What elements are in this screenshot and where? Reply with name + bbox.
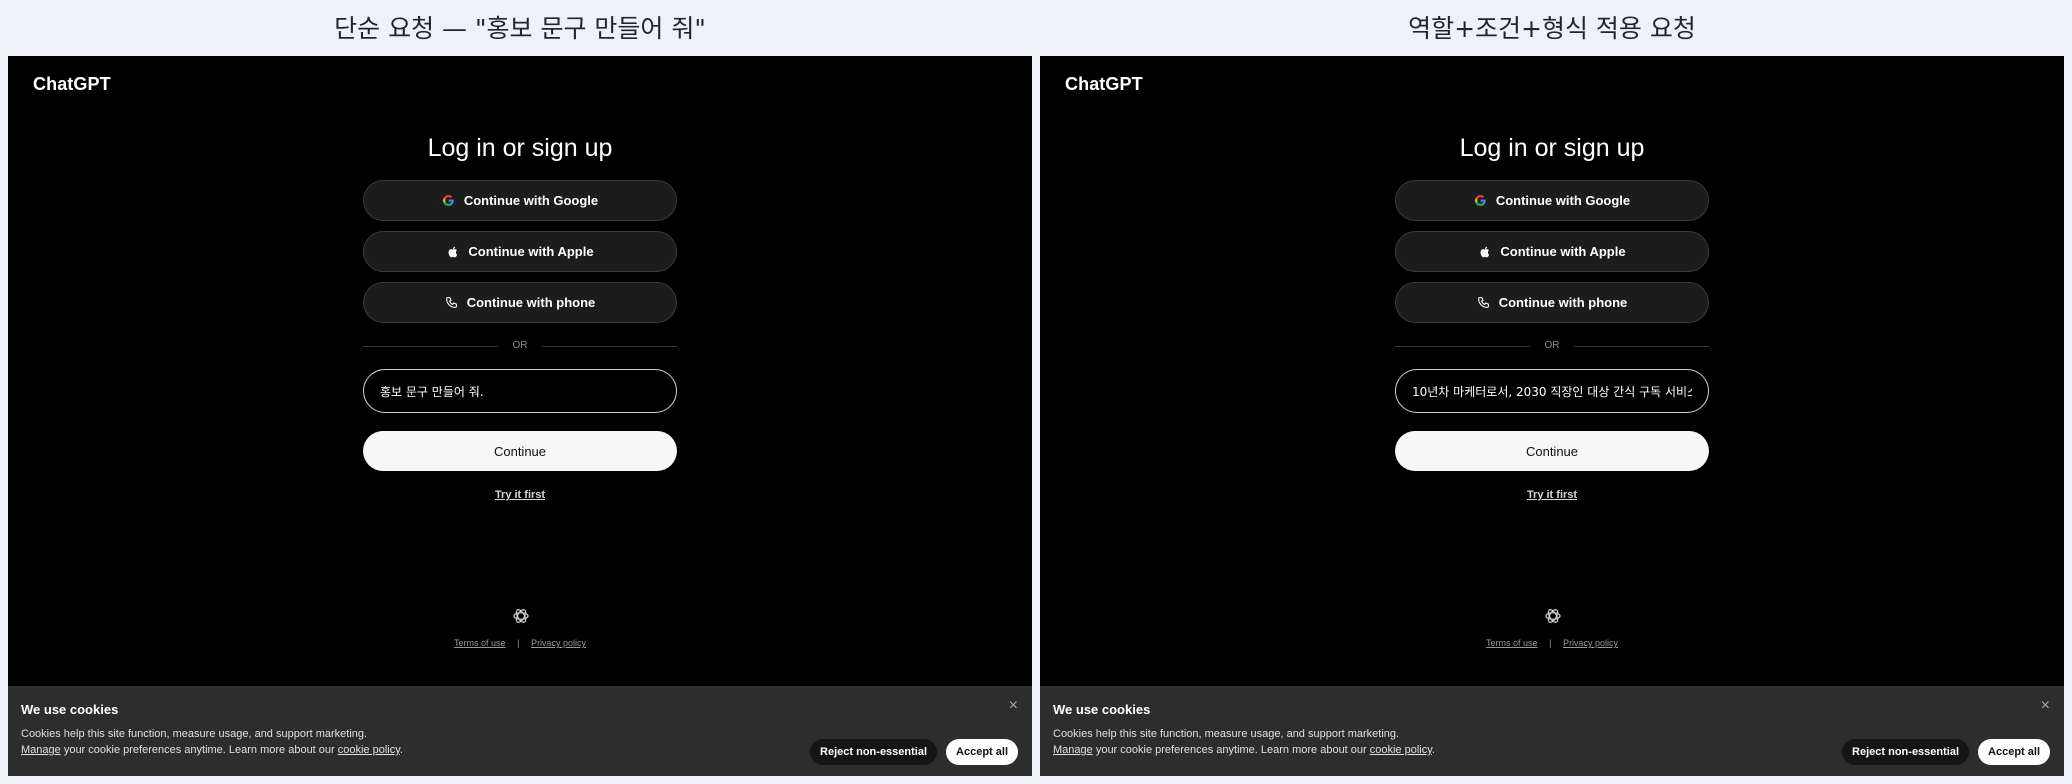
google-button-label: Continue with Google bbox=[463, 193, 599, 208]
cookie-text-line-1: Cookies help this site function, measure… bbox=[1053, 728, 1400, 740]
brand-logo-text[interactable]: ChatGPT bbox=[1065, 74, 1143, 95]
cookie-text-end: . bbox=[1431, 744, 1435, 756]
cookie-actions: Reject non-essential Accept all bbox=[1842, 739, 2050, 765]
continue-with-apple-button[interactable]: Continue with Apple bbox=[363, 231, 677, 272]
phone-button-label: Continue with phone bbox=[466, 295, 596, 310]
column-caption-left: 단순 요청 — "홍보 문구 만들어 줘" bbox=[334, 14, 706, 43]
manage-cookies-link[interactable]: Manage bbox=[21, 744, 61, 756]
manage-cookies-link[interactable]: Manage bbox=[1053, 744, 1093, 756]
terms-of-use-link[interactable]: Terms of use bbox=[1486, 638, 1538, 648]
cookie-text-line-2: Manage your cookie preferences anytime. … bbox=[21, 742, 403, 758]
cookie-banner: We use cookies × Cookies help this site … bbox=[1040, 686, 2064, 776]
google-button-label: Continue with Google bbox=[1495, 193, 1631, 208]
or-divider: OR bbox=[363, 337, 677, 355]
accept-all-button[interactable]: Accept all bbox=[946, 739, 1018, 765]
continue-with-google-button[interactable]: Continue with Google bbox=[363, 180, 677, 221]
cookie-text-middle: your cookie preferences anytime. Learn m… bbox=[1092, 744, 1370, 756]
continue-button[interactable]: Continue bbox=[363, 431, 677, 471]
cookie-banner-text: Cookies help this site function, measure… bbox=[1053, 726, 1435, 758]
close-icon[interactable]: × bbox=[2041, 698, 2050, 714]
try-it-first-link[interactable]: Try it first bbox=[363, 489, 677, 501]
or-divider: OR bbox=[1395, 337, 1709, 355]
phone-button-label: Continue with phone bbox=[1498, 295, 1628, 310]
email-input[interactable] bbox=[1395, 369, 1709, 413]
cookie-banner: We use cookies × Cookies help this site … bbox=[8, 686, 1032, 776]
openai-logo-icon bbox=[1545, 609, 1561, 623]
continue-with-phone-button[interactable]: Continue with phone bbox=[1395, 282, 1709, 323]
page-title: Log in or sign up bbox=[427, 134, 613, 162]
apple-button-label: Continue with Apple bbox=[1500, 244, 1626, 259]
cookie-text-middle: your cookie preferences anytime. Learn m… bbox=[60, 744, 338, 756]
continue-with-phone-button[interactable]: Continue with phone bbox=[363, 282, 677, 323]
apple-icon bbox=[1478, 245, 1492, 259]
cookie-policy-link[interactable]: cookie policy bbox=[1370, 744, 1432, 756]
cookie-banner-title: We use cookies bbox=[1053, 702, 1151, 717]
footer-separator: | bbox=[517, 638, 520, 648]
privacy-policy-link[interactable]: Privacy policy bbox=[1563, 638, 1618, 648]
google-icon bbox=[1474, 194, 1488, 208]
reject-non-essential-button[interactable]: Reject non-essential bbox=[1842, 739, 1970, 765]
openai-logo-icon bbox=[513, 609, 529, 623]
divider-line bbox=[542, 346, 677, 347]
divider-line bbox=[1574, 346, 1709, 347]
terms-of-use-link[interactable]: Terms of use bbox=[454, 638, 506, 648]
accept-all-button[interactable]: Accept all bbox=[1978, 739, 2050, 765]
auth-form: Log in or sign up Continue with Google C… bbox=[1395, 130, 1709, 501]
cookie-text-line-1: Cookies help this site function, measure… bbox=[21, 728, 368, 740]
login-screen-right: ChatGPT Log in or sign up Continue with … bbox=[1040, 56, 2064, 776]
cookie-actions: Reject non-essential Accept all bbox=[810, 739, 1018, 765]
cookie-text-line-2: Manage your cookie preferences anytime. … bbox=[1053, 742, 1435, 758]
email-input[interactable] bbox=[363, 369, 677, 413]
cookie-text-end: . bbox=[399, 744, 403, 756]
page-title: Log in or sign up bbox=[1459, 134, 1645, 162]
cookie-banner-title: We use cookies bbox=[21, 702, 119, 717]
reject-non-essential-button[interactable]: Reject non-essential bbox=[810, 739, 938, 765]
cookie-banner-text: Cookies help this site function, measure… bbox=[21, 726, 403, 758]
continue-with-apple-button[interactable]: Continue with Apple bbox=[1395, 231, 1709, 272]
brand-logo-text[interactable]: ChatGPT bbox=[33, 74, 111, 95]
apple-icon bbox=[446, 245, 460, 259]
auth-form: Log in or sign up Continue with Google C… bbox=[363, 130, 677, 501]
continue-button[interactable]: Continue bbox=[1395, 431, 1709, 471]
footer-separator: | bbox=[1549, 638, 1552, 648]
privacy-policy-link[interactable]: Privacy policy bbox=[531, 638, 586, 648]
footer-links: Terms of use | Privacy policy bbox=[1340, 638, 1764, 648]
continue-with-google-button[interactable]: Continue with Google bbox=[1395, 180, 1709, 221]
apple-button-label: Continue with Apple bbox=[468, 244, 594, 259]
column-caption-right: 역할+조건+형식 적용 요청 bbox=[1408, 14, 1696, 43]
phone-icon bbox=[1477, 296, 1491, 310]
footer-links: Terms of use | Privacy policy bbox=[308, 638, 732, 648]
cookie-policy-link[interactable]: cookie policy bbox=[338, 744, 400, 756]
google-icon bbox=[442, 194, 456, 208]
close-icon[interactable]: × bbox=[1009, 698, 1018, 714]
phone-icon bbox=[445, 296, 459, 310]
try-it-first-link[interactable]: Try it first bbox=[1395, 489, 1709, 501]
login-screen-left: ChatGPT Log in or sign up Continue with … bbox=[8, 56, 1032, 776]
